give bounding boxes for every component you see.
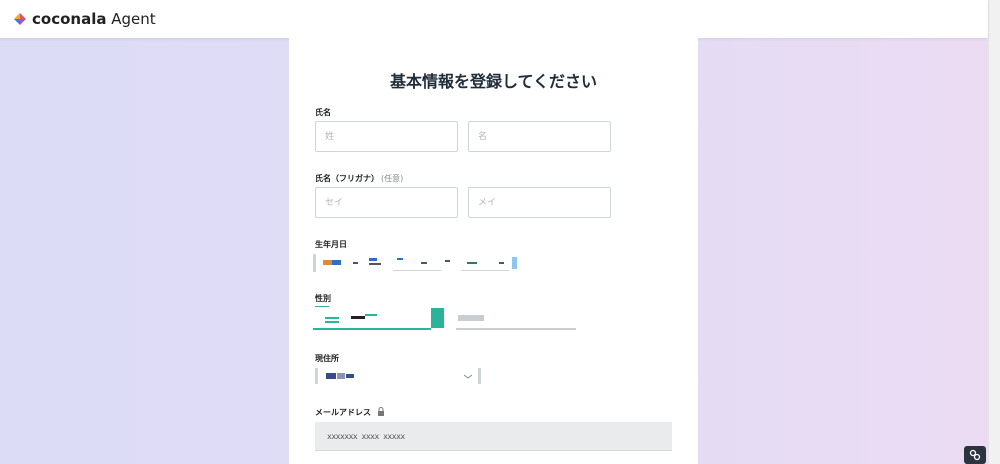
kana-label: 氏名（フリガナ） (任意) bbox=[315, 173, 403, 184]
site-header: coconala Agent bbox=[0, 0, 988, 38]
coconala-logo-icon bbox=[14, 13, 26, 25]
email-field: xxxxxxx xxxx xxxxx bbox=[315, 422, 672, 451]
last-kana-input[interactable] bbox=[315, 187, 458, 218]
kana-label-text: 氏名（フリガナ） bbox=[315, 174, 379, 183]
gender-option-male[interactable] bbox=[313, 306, 431, 330]
email-label: メールアドレス bbox=[315, 408, 371, 417]
gender-label: 性別 bbox=[315, 294, 331, 303]
brand-logo[interactable]: coconala Agent bbox=[32, 10, 156, 28]
registration-form-card: 基本情報を登録してください 氏名 氏名（フリガナ）(任意) 生年月日 性別 現住… bbox=[289, 38, 698, 464]
first-kana-input[interactable] bbox=[468, 187, 611, 218]
chevron-down-icon bbox=[464, 374, 472, 379]
gender-selected-marker bbox=[431, 308, 444, 328]
address-label: 現住所 bbox=[315, 354, 339, 363]
prefecture-select[interactable] bbox=[315, 368, 481, 384]
email-label-wrap: メールアドレス bbox=[315, 407, 385, 418]
gender-option-female[interactable] bbox=[456, 306, 576, 330]
page-scrollbar[interactable] bbox=[988, 0, 1000, 464]
link-icon[interactable] bbox=[964, 446, 986, 464]
lock-icon bbox=[377, 407, 384, 416]
birthdate-label: 生年月日 bbox=[315, 240, 347, 249]
page-title: 基本情報を登録してください bbox=[389, 72, 598, 91]
birthdate-fields[interactable] bbox=[313, 254, 523, 274]
first-name-input[interactable] bbox=[468, 121, 611, 152]
prefecture-value bbox=[326, 373, 354, 379]
optional-tag: (任意) bbox=[381, 174, 404, 183]
name-label: 氏名 bbox=[315, 108, 331, 117]
last-name-input[interactable] bbox=[315, 121, 458, 152]
